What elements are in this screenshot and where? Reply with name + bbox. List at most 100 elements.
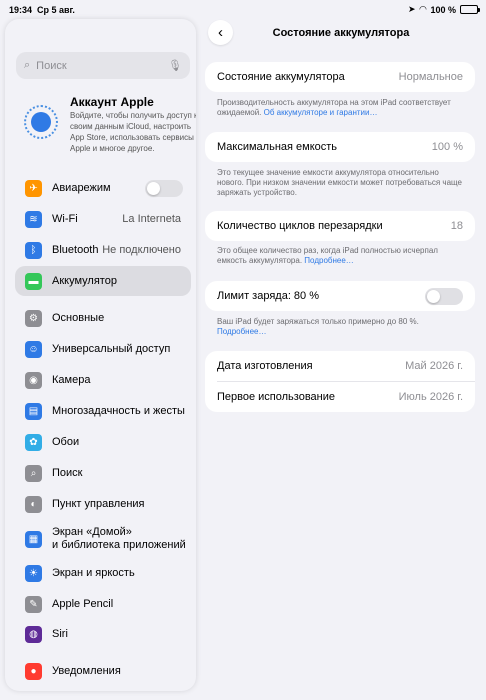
gear-icon: ⚙ bbox=[25, 309, 42, 327]
sidebar-item-gear[interactable]: ⚙ Основные bbox=[15, 303, 191, 333]
battery-icon: ▬ bbox=[25, 272, 42, 290]
sidebar-item-label: Основные bbox=[52, 311, 105, 324]
health-note: Производительность аккумулятора на этом … bbox=[217, 98, 465, 118]
apple-account-avatar bbox=[24, 105, 58, 139]
sidebar-item-siri[interactable]: ◍ Siri bbox=[15, 619, 191, 649]
capacity-row: Максимальная емкость 100 % bbox=[205, 132, 475, 162]
bluetooth-icon: ᛒ bbox=[25, 241, 42, 259]
airplane-mode-toggle[interactable] bbox=[145, 179, 183, 197]
page-title: Состояние аккумулятора bbox=[272, 27, 410, 39]
sidebar-item-accessibility[interactable]: ☺ Универсальный доступ bbox=[15, 334, 191, 364]
capacity-note: Это текущее значение емкости аккумулятор… bbox=[217, 168, 462, 197]
search-icon: ⌕ bbox=[25, 464, 42, 482]
sidebar-item-wallpaper[interactable]: ✿ Обои bbox=[15, 427, 191, 457]
wifi-icon: ≋ bbox=[25, 210, 42, 228]
manufacture-row: Дата изготовления Май 2026 г. bbox=[205, 351, 475, 381]
limit-label: Лимит заряда: 80 % bbox=[217, 290, 319, 302]
capacity-label: Максимальная емкость bbox=[217, 141, 338, 153]
capacity-value: 100 % bbox=[431, 141, 463, 153]
sidebar-item-label: Обои bbox=[52, 435, 80, 448]
search-input[interactable]: ⌕ Поиск 🎙︎ bbox=[16, 52, 190, 79]
cycles-note: Это общее количество раз, когда iPad пол… bbox=[217, 246, 465, 266]
cycles-more-link[interactable]: Подробнее… bbox=[304, 256, 354, 265]
limit-card: Лимит заряда: 80 % bbox=[205, 281, 475, 311]
status-right: ➤ ◠ 100 % bbox=[408, 4, 480, 15]
microphone-icon[interactable]: 🎙︎ bbox=[168, 59, 182, 72]
account-name: Аккаунт Apple bbox=[70, 95, 154, 109]
sidebar-item-notifications[interactable]: ● Уведомления bbox=[15, 656, 191, 686]
accessibility-icon: ☺ bbox=[25, 340, 42, 358]
airplane-icon: ✈ bbox=[25, 179, 42, 197]
sidebar-item-home-screen[interactable]: ▦ Экран «Домой» и библиотека приложений bbox=[15, 524, 191, 554]
health-row[interactable]: Состояние аккумулятора Нормальное bbox=[205, 62, 475, 92]
sidebar-item-wifi[interactable]: ≋ Wi-Fi La Interneta bbox=[15, 204, 191, 234]
limit-note: Ваш iPad будет заряжаться только примерн… bbox=[217, 317, 465, 337]
sidebar-item-label: Bluetooth bbox=[52, 243, 99, 256]
sidebar-item-label: Многозадачность и жесты bbox=[52, 404, 185, 417]
limit-more-link[interactable]: Подробнее… bbox=[217, 327, 267, 336]
apple-account[interactable]: Аккаунт Apple Войдите, чтобы получить до… bbox=[24, 93, 196, 185]
sidebar-item-label: Авиарежим bbox=[52, 181, 111, 194]
status-bar: 19:34 Ср 5 авг. ➤ ◠ 100 % bbox=[0, 0, 486, 18]
cycles-row: Количество циклов перезарядки 18 bbox=[205, 211, 475, 241]
battery-health-panel: ‹ Состояние аккумулятора Состояние аккум… bbox=[196, 18, 486, 700]
pencil-icon: ✎ bbox=[25, 595, 42, 613]
sidebar-item-multitasking[interactable]: ▤ Многозадачность и жесты bbox=[15, 396, 191, 426]
sidebar-item-label: Apple Pencil bbox=[52, 597, 114, 610]
sidebar-item-bluetooth[interactable]: ᛒ Bluetooth Не подключено bbox=[15, 235, 191, 265]
apple-logo-icon bbox=[31, 112, 51, 132]
sidebar-item-battery[interactable]: ▬ Аккумулятор bbox=[15, 266, 191, 296]
cycles-value: 18 bbox=[450, 220, 463, 232]
sidebar-item-airplane[interactable]: ✈ Авиарежим bbox=[15, 173, 191, 203]
multitasking-icon: ▤ bbox=[25, 402, 42, 420]
status-date: Ср 5 авг. bbox=[37, 5, 75, 15]
battery-status-icon bbox=[460, 5, 480, 14]
limit-note-text: Ваш iPad будет заряжаться только примерн… bbox=[217, 317, 419, 326]
wifi-status-icon: ◠ bbox=[419, 4, 427, 14]
first-use-label: Первое использование bbox=[217, 391, 335, 403]
camera-icon: ◉ bbox=[25, 371, 42, 389]
first-use-row: Первое использование Июль 2026 г. bbox=[205, 382, 475, 412]
account-description: Войдите, чтобы получить доступ к своим д… bbox=[70, 111, 196, 153]
battery-percent: 100 % bbox=[430, 4, 456, 15]
location-icon: ➤ bbox=[408, 4, 416, 14]
sidebar-item-label: Универсальный доступ bbox=[52, 342, 171, 355]
manufacture-label: Дата изготовления bbox=[217, 360, 313, 372]
sidebar-item-label: Пункт управления bbox=[52, 497, 145, 510]
home-screen-icon: ▦ bbox=[25, 530, 42, 548]
cycles-label: Количество циклов перезарядки bbox=[217, 220, 383, 232]
wallpaper-icon: ✿ bbox=[25, 433, 42, 451]
siri-icon: ◍ bbox=[25, 625, 42, 643]
sidebar-item-brightness[interactable]: ☀ Экран и яркость bbox=[15, 558, 191, 588]
search-placeholder: Поиск bbox=[36, 59, 67, 72]
control-center-icon: ◐ bbox=[25, 495, 42, 513]
sidebar-item-value: Не подключено bbox=[102, 244, 181, 256]
charge-limit-toggle[interactable] bbox=[425, 287, 463, 305]
sidebar-item-camera[interactable]: ◉ Камера bbox=[15, 365, 191, 395]
manufacture-value: Май 2026 г. bbox=[405, 360, 463, 372]
sidebar-item-label: Аккумулятор bbox=[52, 274, 117, 287]
status-time: 19:34 bbox=[9, 5, 33, 15]
limit-row: Лимит заряда: 80 % bbox=[205, 281, 475, 311]
back-button[interactable]: ‹ bbox=[208, 20, 233, 45]
chevron-left-icon: ‹ bbox=[218, 24, 223, 41]
sidebar-item-pencil[interactable]: ✎ Apple Pencil bbox=[15, 589, 191, 619]
sidebar-item-label: Экран «Домой» и библиотека приложений bbox=[52, 526, 186, 551]
capacity-card: Максимальная емкость 100 % bbox=[205, 132, 475, 162]
dates-card: Дата изготовления Май 2026 г. Первое исп… bbox=[205, 351, 475, 412]
sidebar-item-label: Wi-Fi bbox=[52, 212, 78, 225]
sidebar-item-label: Поиск bbox=[52, 466, 83, 479]
brightness-icon: ☀ bbox=[25, 564, 42, 582]
search-icon: ⌕ bbox=[24, 59, 31, 71]
sidebar-item-label: Уведомления bbox=[52, 664, 121, 677]
sidebar-item-label: Siri bbox=[52, 627, 68, 640]
sidebar-item-value: La Interneta bbox=[122, 213, 181, 225]
sidebar-item-control-center[interactable]: ◐ Пункт управления bbox=[15, 489, 191, 519]
sidebar-item-label: Камера bbox=[52, 373, 91, 386]
warranty-link[interactable]: Об аккумуляторе и гарантии… bbox=[264, 108, 378, 117]
health-value: Нормальное bbox=[398, 71, 463, 83]
sidebar-item-search[interactable]: ⌕ Поиск bbox=[15, 458, 191, 488]
cycles-card: Количество циклов перезарядки 18 bbox=[205, 211, 475, 241]
health-card: Состояние аккумулятора Нормальное bbox=[205, 62, 475, 92]
first-use-value: Июль 2026 г. bbox=[398, 391, 463, 403]
